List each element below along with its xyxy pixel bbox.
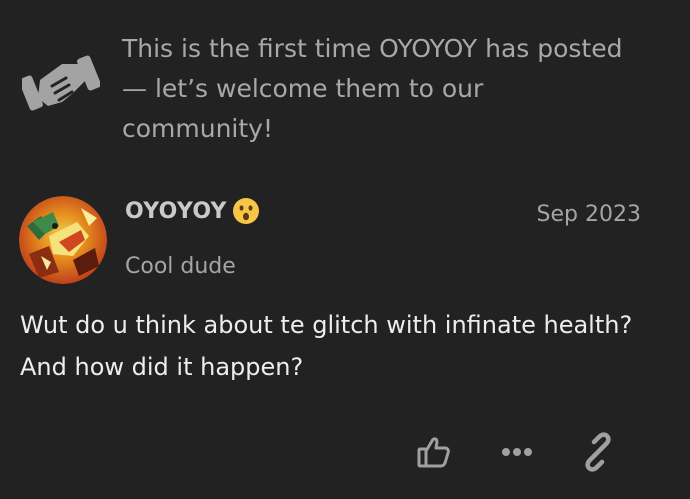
topic-page: This is the first time OYOYOY has posted… bbox=[0, 0, 690, 499]
username[interactable]: OYOYOY bbox=[125, 196, 227, 228]
handshake-icon bbox=[19, 50, 101, 116]
more-options-button[interactable] bbox=[497, 432, 537, 472]
link-icon bbox=[578, 432, 618, 472]
like-button[interactable] bbox=[414, 432, 454, 472]
user-title: Cool dude bbox=[125, 254, 236, 279]
share-link-button[interactable] bbox=[578, 432, 618, 472]
notice-text: This is the first time OYOYOY has posted… bbox=[122, 34, 623, 143]
first-post-notice: This is the first time OYOYOY has posted… bbox=[0, 0, 690, 160]
more-options-icon bbox=[497, 432, 537, 472]
avatar[interactable] bbox=[19, 196, 107, 284]
thumbs-up-icon bbox=[414, 432, 454, 472]
post-date[interactable]: Sep 2023 bbox=[537, 199, 641, 231]
astonished-face-emoji bbox=[232, 197, 260, 225]
post-body: Wut do u think about te glitch with infi… bbox=[20, 311, 633, 381]
